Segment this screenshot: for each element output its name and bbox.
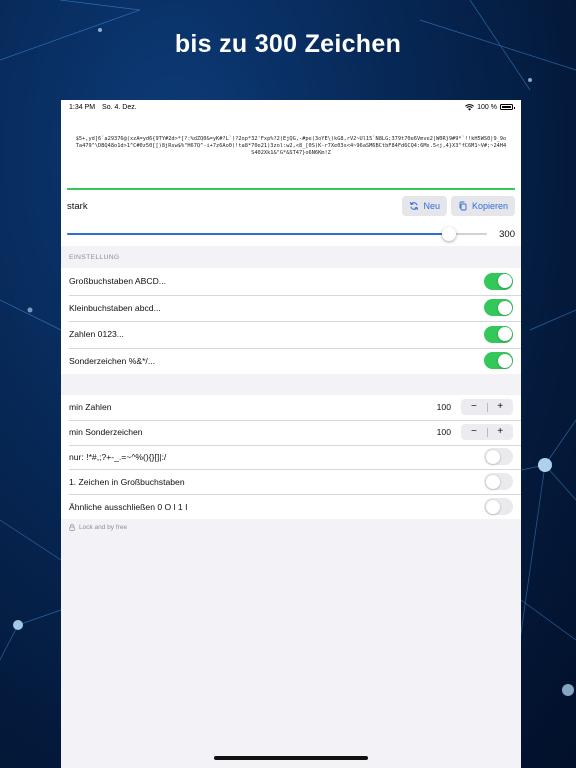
home-indicator[interactable] [214, 756, 368, 760]
battery-percent: 100 % [477, 103, 497, 111]
generator-card: $5+,yd]6`a29376@(xzA=yd6{9TY#2d>*[?:%dZQ… [61, 114, 521, 246]
toggle-label: nur: !*#,;?+-_.=~^%(){}[]|:/ [69, 451, 167, 462]
status-date: So. 4. Dez. [102, 103, 137, 111]
limited-specials-toggle[interactable] [484, 448, 513, 466]
decrement-button[interactable]: − [461, 399, 487, 415]
toggle-row-uppercase: Großbuchstaben ABCD... [61, 268, 521, 295]
min-special-value: 100 [436, 427, 451, 438]
settings-header: EINSTELLUNG [69, 254, 120, 261]
min-special-label: min Sonderzeichen [69, 427, 143, 438]
lowercase-toggle[interactable] [484, 299, 513, 317]
uppercase-toggle[interactable] [484, 272, 513, 290]
toggle-label: Kleinbuchstaben abcd... [69, 302, 161, 313]
toggle-label: Ähnliche ausschließen 0 O l 1 I [69, 501, 188, 512]
length-slider-thumb[interactable] [442, 227, 457, 241]
footer-text: Lock and by free [79, 523, 128, 531]
special-toggle[interactable] [484, 352, 513, 370]
toggle-row-first-upper: 1. Zeichen in Großbuchstaben [61, 469, 521, 494]
lock-icon [69, 524, 75, 531]
length-value: 300 [499, 228, 515, 240]
toggle-row-special: Sonderzeichen %&*/... [61, 347, 521, 375]
toggle-label: Zahlen 0123... [69, 329, 124, 340]
app-window: 1:34 PM So. 4. Dez. 100 % $5+,yd]6`a2937… [61, 100, 521, 768]
min-numbers-label: min Zahlen [69, 402, 112, 413]
status-time: 1:34 PM [69, 103, 96, 111]
new-button-label: Neu [423, 201, 440, 211]
toggle-row-limited-specials: nur: !*#,;?+-_.=~^%(){}[]|:/ [61, 444, 521, 470]
strength-label: stark [67, 200, 88, 212]
min-special-row: min Sonderzeichen 100 − + [61, 419, 521, 445]
status-bar: 1:34 PM So. 4. Dez. 100 % [61, 100, 521, 114]
copy-button[interactable]: Kopieren [450, 196, 515, 216]
generated-password[interactable]: $5+,yd]6`a29376@(xzA=yd6{9TY#2d>*[?:%dZQ… [61, 114, 521, 188]
toggle-row-numbers: Zahlen 0123... [61, 321, 521, 348]
toggle-label: Großbuchstaben ABCD... [69, 276, 166, 287]
copy-icon [459, 201, 467, 211]
toggle-label: 1. Zeichen in Großbuchstaben [69, 476, 185, 487]
promo-headline: bis zu 300 Zeichen [174, 30, 402, 58]
advanced-group: min Zahlen 100 − + min Sonderzeichen 100… [61, 395, 521, 519]
toggle-row-lowercase: Kleinbuchstaben abcd... [61, 294, 521, 322]
copy-button-label: Kopieren [471, 201, 508, 211]
increment-button[interactable]: + [487, 424, 513, 440]
length-slider[interactable] [67, 227, 487, 241]
first-uppercase-toggle[interactable] [484, 473, 513, 491]
footer: Lock and by free [61, 519, 521, 536]
refresh-icon [410, 202, 419, 210]
min-special-stepper: − + [461, 424, 513, 441]
min-numbers-row: min Zahlen 100 − + [61, 395, 521, 420]
toggle-row-exclude-similar: Ähnliche ausschließen 0 O l 1 I [61, 494, 521, 519]
length-slider-row: 300 [61, 222, 521, 246]
min-numbers-value: 100 [436, 402, 451, 413]
action-row: stark Neu Kopieren [61, 190, 521, 222]
decrement-button[interactable]: − [461, 424, 487, 440]
battery-icon [500, 104, 515, 110]
new-button[interactable]: Neu [402, 196, 447, 216]
toggle-label: Sonderzeichen %&*/... [69, 355, 155, 366]
settings-group: Großbuchstaben ABCD... Kleinbuchstaben a… [61, 268, 521, 374]
exclude-similar-toggle[interactable] [484, 498, 513, 516]
increment-button[interactable]: + [487, 399, 513, 415]
numbers-toggle[interactable] [484, 325, 513, 343]
min-numbers-stepper: − + [461, 399, 513, 416]
length-slider-fill [67, 233, 450, 235]
wifi-icon [465, 103, 474, 110]
